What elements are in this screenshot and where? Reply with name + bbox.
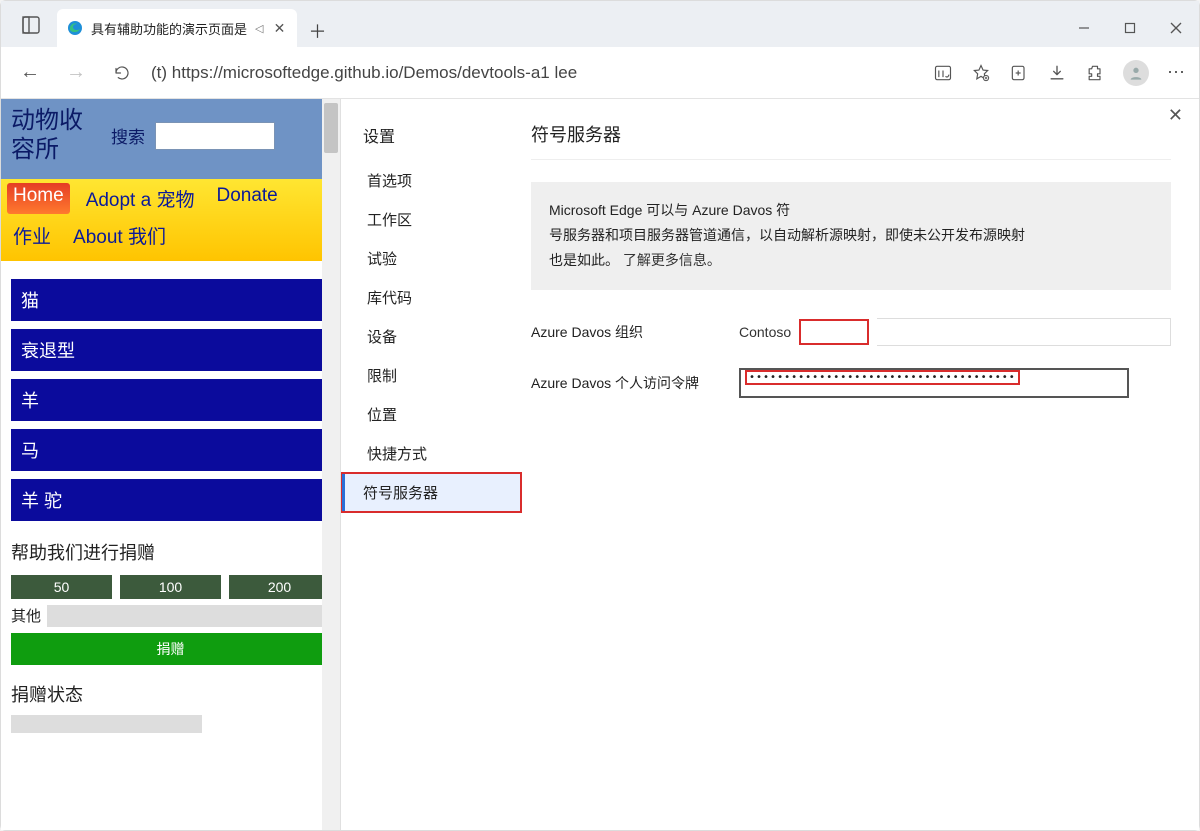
address-bar[interactable]: (t) https://microsoftedge.github.io/Demo…: [151, 55, 921, 91]
org-input[interactable]: [877, 318, 1171, 346]
sidebar-item-locations[interactable]: 位置: [363, 395, 521, 434]
sidebar-item-device[interactable]: 设备: [363, 317, 521, 356]
url-text: (t) https://microsoftedge.github.io/Demo…: [151, 63, 577, 83]
list-item[interactable]: 猫: [11, 279, 330, 321]
list-item[interactable]: 马: [11, 429, 330, 471]
more-icon[interactable]: ⋯: [1167, 62, 1187, 83]
org-field: Azure Davos 组织 Contoso: [531, 318, 1171, 346]
extensions-icon[interactable]: [1085, 63, 1105, 83]
donate-submit-button[interactable]: 捐赠: [11, 633, 330, 665]
donate-100-button[interactable]: 100: [120, 575, 221, 599]
settings-heading: 设置: [363, 123, 521, 147]
nav-donate[interactable]: Donate: [210, 183, 283, 214]
browser-tab[interactable]: 具有辅助功能的演示页面是 ◁ ✕: [57, 9, 297, 47]
settings-sidebar: 设置 首选项 工作区 试验 库代码 设备 限制 位置 快捷方式 符号服务器: [341, 99, 521, 830]
donate-status-heading: 捐赠状态: [11, 681, 330, 707]
org-input-highlight[interactable]: [799, 319, 869, 345]
donate-other-label: 其他: [11, 605, 41, 626]
info-line: 号服务器和项目服务器管道通信，以自动解析源映射，即使未公开发布源映射: [549, 223, 1153, 248]
learn-more-link[interactable]: 了解更多信息。: [623, 252, 721, 268]
donate-200-button[interactable]: 200: [229, 575, 330, 599]
settings-panel: ✕ 符号服务器 Microsoft Edge 可以与 Azure Davos 符…: [521, 99, 1199, 830]
tab-audio-icon: ◁: [255, 22, 263, 35]
nav-about[interactable]: About 我们: [67, 220, 172, 251]
sidebar-item-throttling[interactable]: 限制: [363, 356, 521, 395]
donate-heading: 帮助我们进行捐赠: [11, 539, 330, 565]
browser-toolbar: ← → (t) https://microsoftedge.github.io/…: [1, 47, 1199, 99]
tab-strip: 具有辅助功能的演示页面是 ◁ ✕ ＋: [1, 1, 1199, 47]
logo-line2: 容所: [11, 136, 101, 165]
demo-nav: Home Adopt a 宠物 Donate 作业 About 我们: [1, 179, 340, 261]
org-label: Azure Davos 组织: [531, 322, 731, 342]
devtools-settings: 设置 首选项 工作区 试验 库代码 设备 限制 位置 快捷方式 符号服务器 ✕ …: [341, 99, 1199, 830]
logo-line1: 动物收: [11, 107, 101, 136]
donate-section: 帮助我们进行捐赠 50 100 200 其他 捐赠 捐赠状态: [1, 531, 340, 737]
refresh-button[interactable]: [105, 56, 139, 90]
info-line: Microsoft Edge 可以与 Azure Davos 符: [549, 198, 1153, 223]
info-box: Microsoft Edge 可以与 Azure Davos 符 号服务器和项目…: [531, 182, 1171, 290]
sidebar-item-symbol-server[interactable]: 符号服务器: [341, 473, 521, 512]
pat-value: ••••••••••••••••••••••••••••••••••••••: [745, 370, 1020, 385]
sidebar-item-preferences[interactable]: 首选项: [363, 161, 521, 200]
window-controls: [1061, 9, 1199, 47]
search-input[interactable]: [155, 122, 275, 150]
new-tab-button[interactable]: ＋: [301, 15, 333, 47]
panel-title: 符号服务器: [531, 121, 1171, 147]
divider: [531, 159, 1171, 160]
list-item[interactable]: 羊: [11, 379, 330, 421]
collections-icon[interactable]: [1009, 63, 1029, 83]
minimize-button[interactable]: [1061, 9, 1107, 47]
close-tab-button[interactable]: ✕: [271, 20, 287, 36]
donate-other-input[interactable]: [47, 605, 330, 627]
favorite-icon[interactable]: [971, 63, 991, 83]
demo-header: 动物收 容所 搜索: [1, 99, 340, 179]
downloads-icon[interactable]: [1047, 63, 1067, 83]
nav-jobs[interactable]: 作业: [7, 220, 57, 251]
sidebar-item-workspace[interactable]: 工作区: [363, 200, 521, 239]
close-window-button[interactable]: [1153, 9, 1199, 47]
forward-button[interactable]: →: [59, 56, 93, 90]
maximize-button[interactable]: [1107, 9, 1153, 47]
back-button[interactable]: ←: [13, 56, 47, 90]
pat-field: Azure Davos 个人访问令牌 •••••••••••••••••••••…: [531, 368, 1171, 398]
search-label: 搜索: [111, 123, 145, 148]
sidebar-item-experiments[interactable]: 试验: [363, 239, 521, 278]
list-item[interactable]: 羊 驼: [11, 479, 330, 521]
pat-label: Azure Davos 个人访问令牌: [531, 373, 731, 393]
content-area: 动物收 容所 搜索 Home Adopt a 宠物 Donate 作业 Abou…: [1, 99, 1199, 830]
scrollbar-thumb[interactable]: [324, 103, 338, 153]
browser-window: 具有辅助功能的演示页面是 ◁ ✕ ＋ ← → (t) https://micro…: [0, 0, 1200, 831]
info-line: 也是如此。: [549, 252, 619, 268]
sidebar-item-library[interactable]: 库代码: [363, 278, 521, 317]
scrollbar-track[interactable]: [322, 99, 340, 830]
tab-overview-button[interactable]: [9, 3, 53, 47]
nav-home[interactable]: Home: [7, 183, 70, 214]
sidebar-item-shortcuts[interactable]: 快捷方式: [363, 434, 521, 473]
profile-avatar[interactable]: [1123, 60, 1149, 86]
edge-icon: [67, 20, 83, 36]
pat-input[interactable]: ••••••••••••••••••••••••••••••••••••••: [739, 368, 1129, 398]
nav-adopt[interactable]: Adopt a 宠物: [80, 183, 201, 214]
list-item[interactable]: 衰退型: [11, 329, 330, 371]
site-logo: 动物收 容所: [11, 107, 101, 165]
close-settings-button[interactable]: ✕: [1168, 105, 1183, 126]
demo-page: 动物收 容所 搜索 Home Adopt a 宠物 Donate 作业 Abou…: [1, 99, 341, 830]
category-list: 猫 衰退型 羊 马 羊 驼: [1, 261, 340, 531]
reader-icon[interactable]: [933, 63, 953, 83]
tab-title: 具有辅助功能的演示页面是: [91, 19, 247, 38]
donate-status-bar: [11, 715, 202, 733]
donate-50-button[interactable]: 50: [11, 575, 112, 599]
org-value: Contoso: [739, 324, 791, 340]
